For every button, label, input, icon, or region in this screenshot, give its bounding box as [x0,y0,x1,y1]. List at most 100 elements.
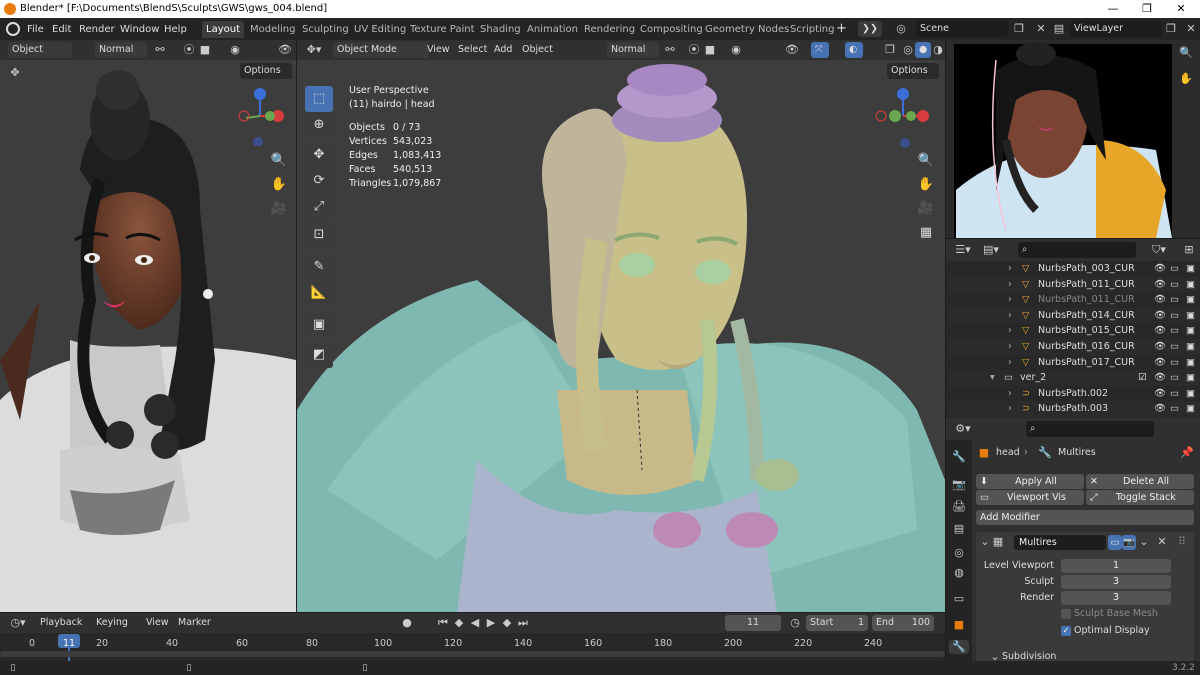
start-frame-field[interactable]: Start 1 [806,615,868,631]
timeline-view-menu[interactable]: View [146,616,169,630]
eye-icon[interactable]: 👁 [1154,292,1166,308]
eye-icon[interactable]: 👁 [1154,401,1166,417]
jump-start-icon[interactable]: ⏮ [436,616,450,630]
outliner-row[interactable]: › ▽ NurbsPath_014_CUR 👁 ▭ ▣ [948,307,1200,324]
move-tool[interactable]: ✥ [305,142,333,168]
outliner-row[interactable]: › ▽ NurbsPath_015_CUR 👁 ▭ ▣ [948,323,1200,339]
menu-view[interactable]: View [427,43,450,57]
play-reverse-icon[interactable]: ◀ [468,616,482,630]
level-viewport-field[interactable]: 1 [1061,559,1171,573]
outliner-row[interactable]: › ▽ NurbsPath_003_CUR 👁 ▭ ▣ [948,261,1200,277]
render-tab-icon[interactable]: 📷 [952,478,966,492]
outliner-row[interactable]: › ▽ NurbsPath_011_CUR 👁 ▭ ▣ [948,292,1200,308]
mode-dropdown[interactable]: Object Mode [333,42,429,58]
snap-target-icon[interactable]: ■ [703,43,717,57]
collapse-chevron-icon[interactable]: ⌄ [980,535,990,549]
ref-pan-hand-icon[interactable]: ✋ [1178,72,1194,86]
modifier-name-field[interactable]: Multires [1014,535,1106,550]
expand-arrow-icon[interactable]: › [1008,323,1012,339]
grid-icon[interactable]: ▦ [915,222,937,244]
menu-add[interactable]: Add [494,43,512,57]
workspace-scroll-icon[interactable]: ❯❯ [858,21,882,37]
pivot-icon[interactable]: ⚯ [663,43,677,57]
view-layer-icon[interactable]: ▤ [1052,22,1066,36]
tab-shading[interactable]: Shading [476,21,525,38]
eye-icon[interactable]: 👁 [1154,339,1166,355]
add-modifier-dropdown[interactable]: Add Modifier [976,510,1194,525]
show-in-render-icon[interactable]: 📷 [1122,535,1136,550]
monitor-icon[interactable]: ▭ [1170,401,1179,417]
eye-icon[interactable]: 👁 [1154,323,1166,339]
render-level-field[interactable]: 3 [1061,591,1171,605]
maximize-icon[interactable]: ❐ [1130,0,1164,18]
eye-icon[interactable]: 👁 [1154,277,1166,293]
current-frame-field[interactable]: 11 [725,615,781,631]
menu-object[interactable]: Object [522,43,553,57]
tab-texture-paint[interactable]: Texture Paint [406,21,479,38]
tab-modeling[interactable]: Modeling [246,21,300,38]
left-viewport[interactable]: ✥ Options 🔍 ✋ 🎥 [0,60,296,612]
rotate-tool[interactable]: ⟳ [305,168,333,194]
visibility-icon[interactable]: 👁 [785,43,799,57]
preview-range-icon[interactable]: ◷ [788,616,802,630]
menu-window[interactable]: Window [120,22,159,37]
next-keyframe-icon[interactable]: ◆ [500,616,514,630]
orientation-dropdown[interactable]: Normal [607,42,659,58]
optimal-display-checkbox[interactable]: ✓ [1061,626,1071,636]
sculpt-base-mesh-checkbox[interactable] [1061,609,1071,619]
object-tab-icon[interactable]: ■ [952,618,966,632]
tab-animation[interactable]: Animation [523,21,582,38]
render-camera-icon[interactable]: ▣ [1186,355,1195,371]
outliner-row[interactable]: ▾ ▭ ver_2 👁 ▭ ▣ ☑ [948,370,1200,386]
render-camera-icon[interactable]: ▣ [1186,370,1195,386]
zoom-icon[interactable]: 🔍 [915,150,937,172]
end-frame-field[interactable]: End 100 [872,615,934,631]
marker-menu[interactable]: Marker [178,616,211,630]
render-camera-icon[interactable]: ▣ [1186,261,1195,277]
record-icon[interactable]: ● [400,616,414,630]
render-camera-icon[interactable]: ▣ [1186,292,1195,308]
eye-icon[interactable]: 👁 [1154,308,1166,324]
main-viewport[interactable]: ⬚ ⊕ ✥ ⟳ ⤢ ⊡ ✎ 📐 ▣ ◩ User Perspective (11… [297,60,945,612]
view-layer-field[interactable]: ViewLayer [1070,21,1162,37]
expand-arrow-icon[interactable]: › [1008,292,1012,308]
modifier-tab-icon[interactable]: 🔧 [949,640,969,654]
view-layer-tab-icon[interactable]: ▤ [952,522,966,536]
play-icon[interactable]: ▶ [484,616,498,630]
overlay-toggle-icon[interactable]: ◐ [845,42,863,58]
keying-menu[interactable]: Keying [96,616,128,630]
render-camera-icon[interactable]: ▣ [1186,323,1195,339]
visibility-icon[interactable]: 👁 [278,43,292,57]
tab-rendering[interactable]: Rendering [580,21,639,38]
transform-tool[interactable]: ⊡ [305,222,333,248]
monitor-icon[interactable]: ▭ [1170,386,1179,402]
menu-select[interactable]: Select [458,43,487,57]
playback-menu[interactable]: Playback [40,616,82,630]
left-orientation-dropdown[interactable]: Normal [95,42,147,58]
new-collection-icon[interactable]: ⊞ [1182,243,1196,257]
eye-icon[interactable]: 👁 [1154,370,1166,386]
monitor-icon[interactable]: ▭ [1170,355,1179,371]
display-mode-icon[interactable]: ▤▾ [982,243,1000,257]
expand-arrow-icon[interactable]: › [1008,308,1012,324]
timeline-scrollbar[interactable] [0,651,945,657]
render-camera-icon[interactable]: ▣ [1186,401,1195,417]
editor-type-icon[interactable]: ✥▾ [305,43,323,57]
expand-arrow-icon[interactable]: › [1008,261,1012,277]
pan-hand-icon[interactable]: ✋ [915,174,937,196]
material-shading-icon[interactable]: ◑ [931,43,945,57]
tab-uv-editing[interactable]: UV Editing [350,21,410,38]
left-options-dropdown[interactable]: Options [240,63,292,79]
tab-compositing[interactable]: Compositing [636,21,707,38]
camera-icon[interactable]: 🎥 [915,198,937,220]
outliner-row[interactable]: › ⊃ NurbsPath.002 👁 ▭ ▣ [948,385,1200,402]
snap-icon[interactable]: ⦿ [687,43,701,57]
toggle-stack-button[interactable]: ⤢ Toggle Stack [1086,490,1194,505]
xray-icon[interactable]: ❐ [883,43,897,57]
left-camera-icon[interactable]: 🎥 [268,198,290,220]
main-axis-gizmo[interactable] [873,86,937,150]
gizmo-toggle-icon[interactable]: ⤧ [811,42,829,58]
expand-arrow-icon[interactable]: › [1008,277,1012,293]
outliner-editor-icon[interactable]: ☰▾ [954,243,972,257]
link-icon[interactable]: ⚯ [153,43,167,57]
